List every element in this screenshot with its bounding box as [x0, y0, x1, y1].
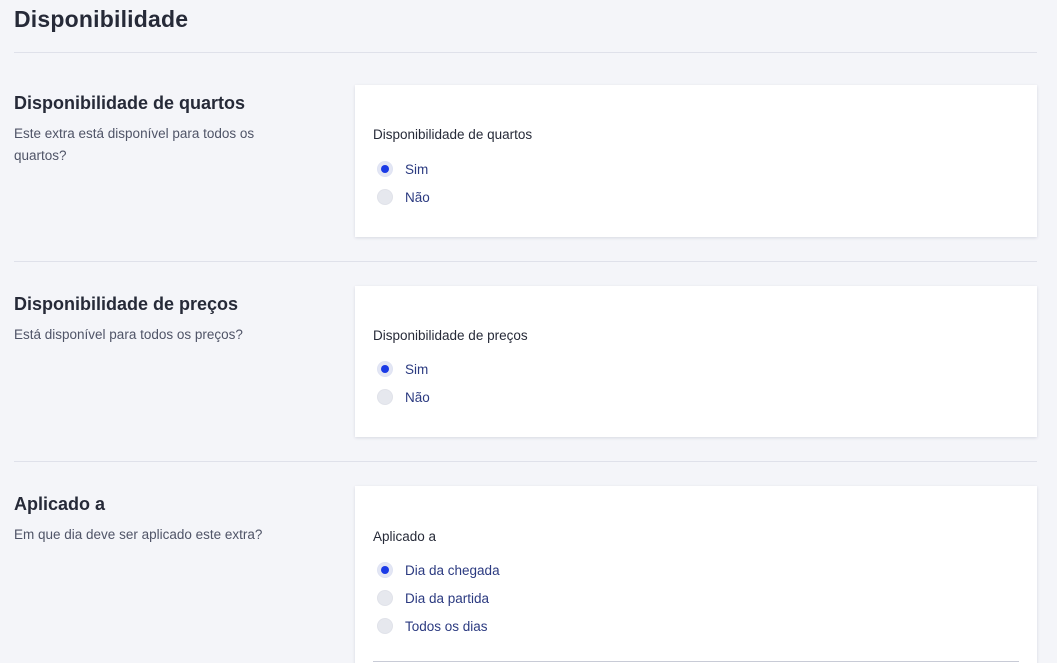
radio-option-dia-da-partida[interactable]: Dia da partida [377, 588, 489, 608]
radio-button[interactable] [377, 389, 393, 405]
radio-label: Todos os dias [405, 618, 488, 634]
section-title: Disponibilidade de preços [14, 294, 239, 314]
radio-label: Não [405, 389, 430, 405]
radio-button[interactable] [377, 618, 393, 634]
applied-to-card: Aplicado a Dia da chegada Dia da partida… [355, 486, 1037, 663]
availability-page: Disponibilidade Disponibilidade de quart… [0, 0, 1057, 663]
divider [373, 661, 1019, 662]
radio-option-sim[interactable]: Sim [377, 159, 428, 179]
divider [14, 461, 1037, 462]
radio-button[interactable] [377, 562, 393, 578]
divider [14, 261, 1037, 262]
room-availability-card: Disponibilidade de quartos Sim Não [355, 85, 1037, 237]
radio-label: Dia da chegada [405, 562, 500, 578]
divider [14, 52, 1037, 53]
section-title: Disponibilidade de quartos [14, 93, 246, 113]
radio-button[interactable] [377, 161, 393, 177]
section-description: Este extra está disponível para todos os… [14, 126, 255, 163]
radio-label: Dia da partida [405, 590, 490, 606]
radio-option-dia-da-chegada[interactable]: Dia da chegada [377, 560, 500, 580]
section-description: Em que dia deve ser aplicado este extra? [14, 527, 263, 542]
price-availability-card: Disponibilidade de preços Sim Não [355, 286, 1037, 437]
field-label: Disponibilidade de preços [373, 328, 528, 343]
radio-button[interactable] [377, 590, 393, 606]
section-title: Aplicado a [14, 494, 106, 514]
field-label: Aplicado a [373, 529, 437, 544]
radio-option-nao[interactable]: Não [377, 187, 430, 207]
radio-button[interactable] [377, 361, 393, 377]
radio-label: Sim [405, 161, 429, 177]
radio-option-nao[interactable]: Não [377, 387, 430, 407]
page-title: Disponibilidade [14, 6, 189, 32]
radio-label: Não [405, 189, 430, 205]
section-description: Está disponível para todos os preços? [14, 327, 243, 342]
field-label: Disponibilidade de quartos [373, 127, 533, 142]
radio-label: Sim [405, 361, 429, 377]
radio-option-todos-os-dias[interactable]: Todos os dias [377, 616, 488, 636]
radio-option-sim[interactable]: Sim [377, 359, 428, 379]
radio-button[interactable] [377, 189, 393, 205]
